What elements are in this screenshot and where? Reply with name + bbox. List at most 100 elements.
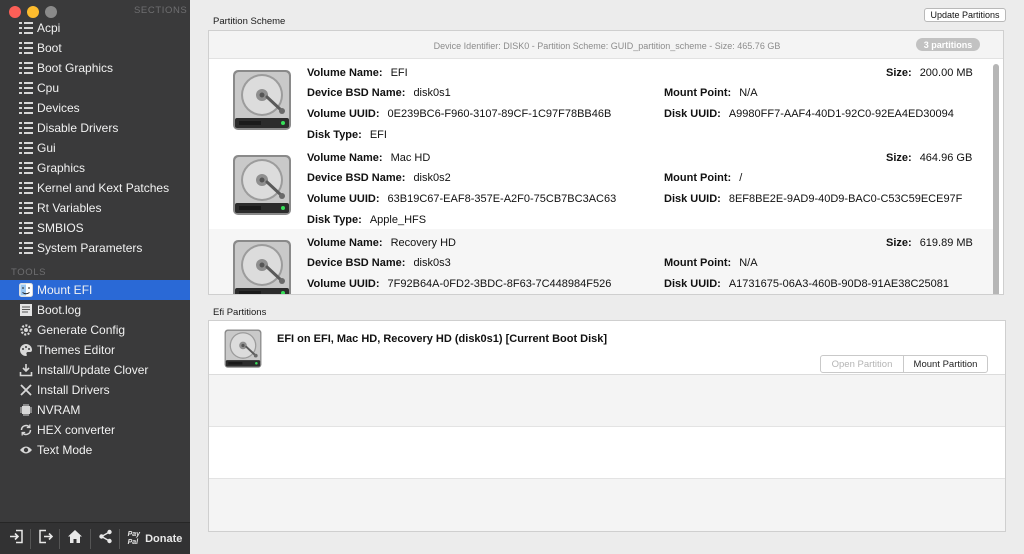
import-icon bbox=[9, 529, 24, 549]
list-icon bbox=[18, 81, 33, 95]
sidebar-item-label: Devices bbox=[37, 101, 80, 115]
sidebar-item-label: Boot bbox=[37, 41, 62, 55]
list-icon bbox=[18, 21, 33, 35]
field-label: Device BSD Name: bbox=[307, 257, 406, 269]
sidebar-item-disable-drivers[interactable]: Disable Drivers bbox=[0, 118, 190, 138]
share-icon bbox=[98, 529, 113, 549]
sidebar-item-rt-variables[interactable]: Rt Variables bbox=[0, 198, 190, 218]
sidebar-item-hex-converter[interactable]: HEX converter bbox=[0, 420, 190, 440]
export-button[interactable] bbox=[34, 529, 56, 549]
sidebar-item-label: HEX converter bbox=[37, 423, 116, 437]
hard-drive-icon bbox=[229, 151, 295, 217]
vertical-scrollbar[interactable] bbox=[993, 64, 999, 294]
export-icon bbox=[38, 529, 53, 549]
hard-drive-icon bbox=[229, 236, 295, 295]
sidebar-item-mount-efi[interactable]: Mount EFI bbox=[0, 280, 190, 300]
sidebar-item-label: Themes Editor bbox=[37, 343, 116, 357]
empty-row bbox=[209, 375, 1005, 427]
zoom-window-button[interactable] bbox=[45, 6, 57, 18]
update-partitions-button[interactable]: Update Partitions bbox=[924, 8, 1006, 22]
donate-label: Donate bbox=[145, 533, 183, 545]
field-label: Size: bbox=[886, 237, 912, 249]
sidebar-item-label: Graphics bbox=[37, 161, 86, 175]
finder-icon bbox=[18, 283, 33, 297]
sidebar-item-boot[interactable]: Boot bbox=[0, 38, 190, 58]
list-icon bbox=[18, 201, 33, 215]
paypal-donate-button[interactable]: Pay Pal Donate bbox=[122, 529, 188, 549]
disk-type: EFI bbox=[369, 129, 387, 141]
field-label: Size: bbox=[886, 152, 912, 164]
field-label: Disk Type: bbox=[307, 214, 362, 226]
sidebar-item-label: SMBIOS bbox=[37, 221, 84, 235]
sidebar-item-label: Mount EFI bbox=[37, 283, 93, 297]
sidebar-item-devices[interactable]: Devices bbox=[0, 98, 190, 118]
partition-action-buttons: Open Partition Mount Partition bbox=[820, 355, 988, 373]
sidebar-item-graphics[interactable]: Graphics bbox=[0, 158, 190, 178]
field-label: Size: bbox=[886, 67, 912, 79]
sidebar-item-system-parameters[interactable]: System Parameters bbox=[0, 238, 190, 258]
log-file-icon bbox=[18, 303, 33, 317]
mount-partition-button[interactable]: Mount Partition bbox=[904, 356, 987, 372]
sidebar-item-text-mode[interactable]: Text Mode bbox=[0, 440, 190, 460]
sidebar-item-label: Acpi bbox=[37, 21, 61, 35]
field-label: Volume Name: bbox=[307, 152, 383, 164]
sidebar-item-label: Text Mode bbox=[37, 443, 93, 457]
efi-partitions-label: Efi Partitions bbox=[213, 307, 267, 318]
sidebar-item-nvram[interactable]: NVRAM bbox=[0, 400, 190, 420]
mount-point: N/A bbox=[739, 257, 758, 269]
sidebar-item-label: Cpu bbox=[37, 81, 60, 95]
field-label: Disk UUID: bbox=[664, 193, 721, 205]
close-window-button[interactable] bbox=[9, 6, 21, 18]
sidebar-item-install-drivers[interactable]: Install Drivers bbox=[0, 380, 190, 400]
list-icon bbox=[18, 61, 33, 75]
sidebar-item-label: Boot.log bbox=[37, 303, 82, 317]
sidebar-item-label: Rt Variables bbox=[37, 201, 102, 215]
import-button[interactable] bbox=[5, 529, 27, 549]
partition-row[interactable]: Volume Name: EFI Device BSD Name: disk0s1 … bbox=[209, 59, 993, 144]
sidebar-item-cpu[interactable]: Cpu bbox=[0, 78, 190, 98]
list-icon bbox=[18, 141, 33, 155]
list-icon bbox=[18, 241, 33, 255]
hard-drive-icon bbox=[222, 327, 264, 369]
open-partition-button[interactable]: Open Partition bbox=[821, 356, 904, 372]
sidebar-item-label: Install Drivers bbox=[37, 383, 110, 397]
sidebar-item-smbios[interactable]: SMBIOS bbox=[0, 218, 190, 238]
efi-partition-row[interactable]: EFI on EFI, Mac HD, Recovery HD (disk0s1… bbox=[209, 321, 1005, 375]
field-label: Disk UUID: bbox=[664, 108, 721, 120]
sidebar-item-boot-log[interactable]: Boot.log bbox=[0, 300, 190, 320]
sidebar-item-boot-graphics[interactable]: Boot Graphics bbox=[0, 58, 190, 78]
sidebar-item-gui[interactable]: Gui bbox=[0, 138, 190, 158]
sidebar-item-install-update-clover[interactable]: Install/Update Clover bbox=[0, 360, 190, 380]
volume-uuid: 7F92B64A-0FD2-3BDC-8F63-7C448984F526 bbox=[387, 278, 612, 290]
sidebar-item-acpi[interactable]: Acpi bbox=[0, 18, 190, 38]
disk-uuid: A1731675-06A3-460B-90D8-91AE38C25081 bbox=[728, 278, 950, 290]
home-button[interactable] bbox=[63, 529, 87, 549]
minimize-window-button[interactable] bbox=[27, 6, 39, 18]
disk-type: Apple_HFS bbox=[369, 214, 427, 226]
sidebar-item-generate-config[interactable]: Generate Config bbox=[0, 320, 190, 340]
partition-row[interactable]: Volume Name: Mac HD Device BSD Name: disk0… bbox=[209, 144, 993, 229]
disk-uuid: A9980FF7-AAF4-40D1-92C0-92EA4ED30094 bbox=[728, 108, 954, 120]
field-label: Volume Name: bbox=[307, 67, 383, 79]
sections-header: SECTIONS bbox=[134, 5, 188, 16]
field-label: Mount Point: bbox=[664, 87, 732, 99]
volume-uuid: 63B19C67-EAF8-357E-A2F0-75CB7BC3AC63 bbox=[387, 193, 617, 205]
sidebar-item-label: Generate Config bbox=[37, 323, 126, 337]
partition-size: 200.00 MB bbox=[919, 67, 973, 79]
disk-uuid: 8EF8BE2E-9AD9-40D9-BAC0-C53C59ECE97F bbox=[728, 193, 963, 205]
share-button[interactable] bbox=[94, 529, 116, 549]
list-icon bbox=[18, 161, 33, 175]
partition-row[interactable]: Volume Name: Recovery HD Device BSD Name:… bbox=[209, 229, 993, 295]
sidebar-item-label: Boot Graphics bbox=[37, 61, 114, 75]
sidebar-item-label: Kernel and Kext Patches bbox=[37, 181, 170, 195]
main-panel: Partition Scheme Update Partitions Devic… bbox=[190, 0, 1024, 554]
list-icon bbox=[18, 41, 33, 55]
partitions-count-badge: 3 partitions bbox=[916, 38, 980, 51]
partition-scheme-label: Partition Scheme bbox=[213, 16, 286, 27]
field-label: Mount Point: bbox=[664, 172, 732, 184]
volume-uuid: 0E239BC6-F960-3107-89CF-1C97F78BB46B bbox=[387, 108, 612, 120]
sidebar-item-kernel-kext-patches[interactable]: Kernel and Kext Patches bbox=[0, 178, 190, 198]
field-label: Disk Type: bbox=[307, 129, 362, 141]
partition-scheme-panel: Device Identifier: DISK0 - Partition Sch… bbox=[208, 30, 1004, 295]
sidebar-item-themes-editor[interactable]: Themes Editor bbox=[0, 340, 190, 360]
